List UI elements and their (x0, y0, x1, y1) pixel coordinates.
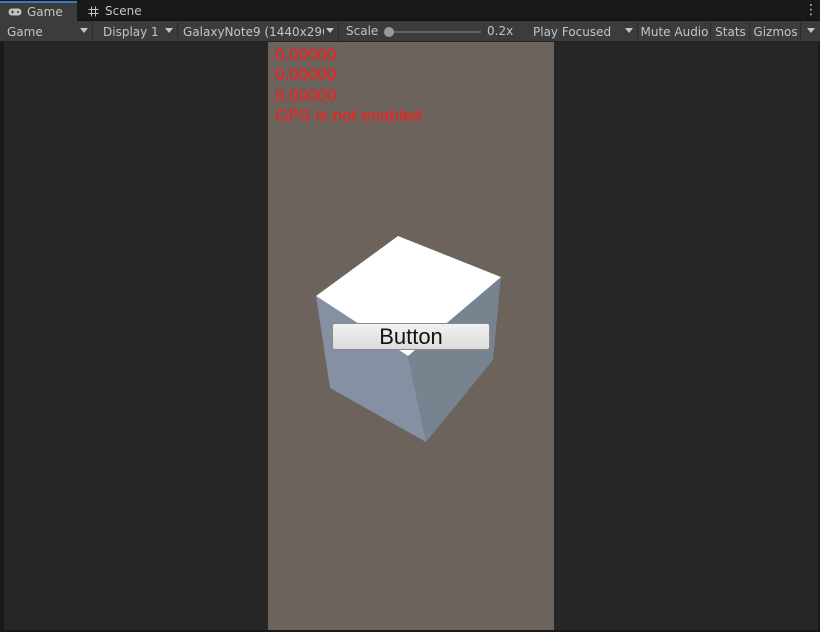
tab-game[interactable]: Game (0, 1, 77, 21)
latitude-text: 0.00000 (275, 45, 337, 64)
device-label: GalaxyNote9 (1440x2960 (183, 24, 324, 39)
mute-audio-label: Mute Audio (640, 24, 709, 39)
gizmos-button[interactable]: Gizmos (751, 22, 801, 41)
game-view-toolbar: Game Display 1 GalaxyNote9 (1440x2960 Sc… (0, 21, 820, 42)
altitude-text: 0.00000 (275, 86, 337, 105)
gizmos-label: Gizmos (753, 24, 798, 39)
chevron-down-icon (625, 28, 633, 33)
gps-status-text: GPS is not enabled (275, 106, 422, 125)
game-ui-button[interactable]: Button (332, 323, 490, 350)
gamepad-icon (8, 6, 22, 18)
stats-label: Stats (715, 24, 746, 39)
tab-label: Game (27, 5, 63, 19)
chevron-down-icon (807, 28, 815, 33)
scale-slider-track[interactable] (389, 31, 481, 33)
mute-audio-button[interactable]: Mute Audio (639, 22, 711, 41)
scale-value: 0.2x (487, 24, 514, 38)
tab-label: Scene (105, 4, 142, 18)
play-mode-dropdown[interactable]: Play Focused (528, 22, 638, 41)
longitude-text: 0.00000 (275, 65, 337, 84)
gizmos-dropdown[interactable] (801, 22, 819, 41)
editor-tab-bar: Game Scene ⋮ (0, 0, 820, 21)
display-label: Display 1 (103, 24, 159, 39)
scale-slider-handle[interactable] (384, 27, 394, 37)
stats-button[interactable]: Stats (712, 22, 750, 41)
aspect-ratio-dropdown[interactable]: GalaxyNote9 (1440x2960 (178, 22, 339, 41)
chevron-down-icon (80, 28, 88, 33)
view-mode-label: Game (7, 24, 43, 39)
play-mode-label: Play Focused (533, 24, 612, 39)
view-mode-dropdown[interactable]: Game (2, 22, 93, 41)
game-viewport: 0.00000 0.00000 0.00000 GPS is not enabl… (4, 42, 818, 630)
grid-icon (86, 5, 100, 17)
game-ui-button-label: Button (379, 323, 443, 349)
chevron-down-icon (326, 28, 334, 33)
tab-scene[interactable]: Scene (78, 1, 154, 21)
scale-label: Scale (346, 24, 379, 38)
more-options-icon[interactable]: ⋮ (804, 3, 818, 17)
display-dropdown[interactable]: Display 1 (98, 22, 178, 41)
game-screen[interactable]: 0.00000 0.00000 0.00000 GPS is not enabl… (268, 42, 554, 630)
chevron-down-icon (165, 28, 173, 33)
